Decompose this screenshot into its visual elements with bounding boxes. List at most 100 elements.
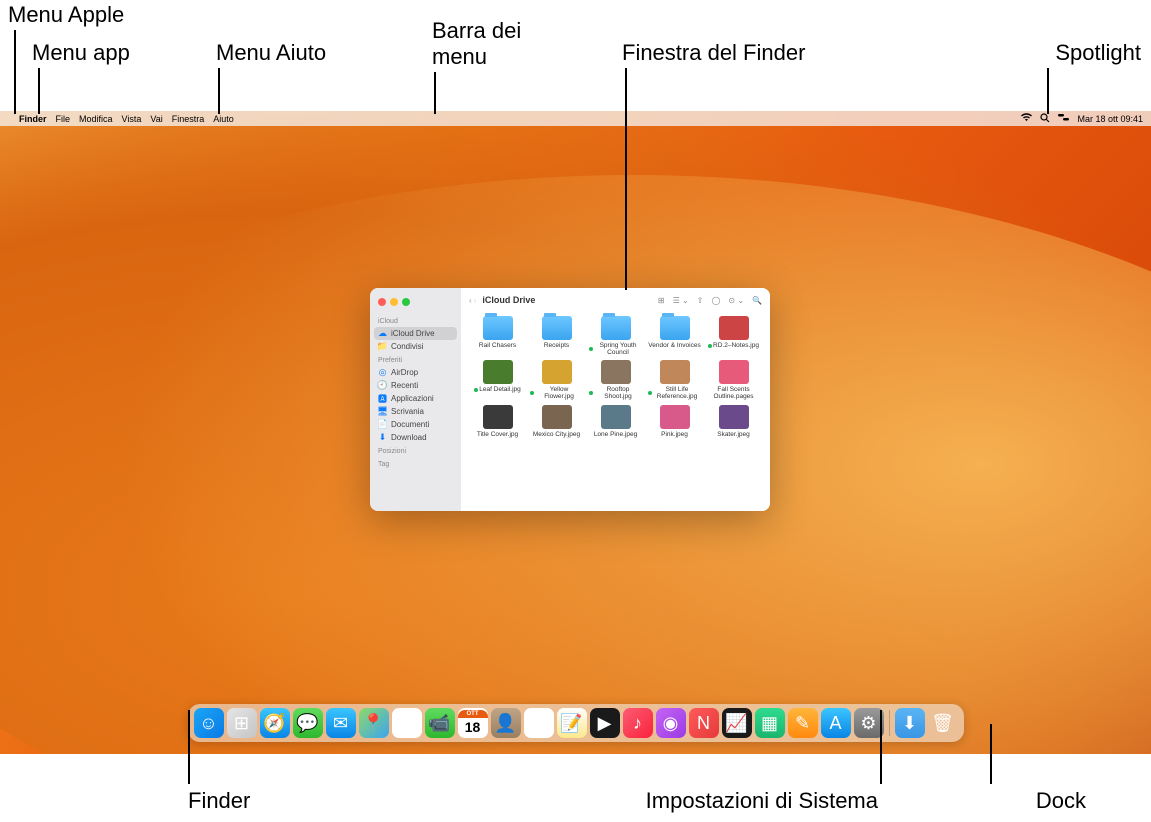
search-icon[interactable]: 🔍 (752, 296, 762, 305)
sidebar-item-label: Recenti (391, 381, 418, 390)
file-item[interactable]: RD.2–Notes.jpg (705, 316, 762, 356)
folder-icon (660, 316, 690, 340)
control-center-icon[interactable] (1058, 113, 1069, 124)
share-icon[interactable]: ⇧ (697, 296, 704, 305)
menu-window[interactable]: Finestra (172, 114, 205, 124)
file-name: Title Cover.jpg (477, 431, 518, 438)
sidebar-item-scrivania[interactable]: 🖥 Scrivania (370, 405, 461, 418)
menu-help[interactable]: Aiuto (213, 114, 234, 124)
file-item[interactable]: Leaf Detail.jpg (469, 360, 526, 400)
dock-stocks[interactable]: 📈 (722, 708, 752, 738)
menu-edit[interactable]: Modifica (79, 114, 113, 124)
download-icon: ⬇ (378, 433, 387, 442)
menubar: Finder File Modifica Vista Vai Finestra … (0, 111, 1151, 126)
menu-view[interactable]: Vista (122, 114, 142, 124)
folder-shared-icon: 📁 (378, 342, 387, 351)
dock-notes[interactable]: 📝 (557, 708, 587, 738)
dock-launchpad[interactable]: ⊞ (227, 708, 257, 738)
file-item[interactable]: Lone Pine.jpeg (587, 405, 644, 438)
image-thumbnail-icon (542, 405, 572, 429)
dock-downloads[interactable]: ⬇ (895, 708, 925, 738)
file-item[interactable]: Title Cover.jpg (469, 405, 526, 438)
callout-system-settings: Impostazioni di Sistema (560, 788, 878, 814)
sidebar-item-label: Download (391, 433, 427, 442)
dock-finder[interactable]: ☺ (194, 708, 224, 738)
dock-messages[interactable]: 💬 (293, 708, 323, 738)
callout-finder: Finder (188, 788, 250, 814)
dock-numbers[interactable]: ▦ (755, 708, 785, 738)
clock-icon: 🕘 (378, 381, 387, 390)
callout-spotlight: Spotlight (1055, 40, 1141, 66)
file-item[interactable]: Spring Youth Council (587, 316, 644, 356)
file-item[interactable]: Pink.jpeg (646, 405, 703, 438)
file-item[interactable]: Mexico City.jpeg (528, 405, 585, 438)
desktop: Finder File Modifica Vista Vai Finestra … (0, 111, 1151, 754)
file-name: Mexico City.jpeg (533, 431, 580, 438)
airdrop-icon: ◎ (378, 368, 387, 377)
sidebar-section-header: Tag (370, 459, 461, 470)
dock-reminders[interactable]: ☰ (524, 708, 554, 738)
dock-facetime[interactable]: 📹 (425, 708, 455, 738)
menu-file[interactable]: File (56, 114, 71, 124)
dock-separator (889, 710, 890, 736)
app-menu[interactable]: Finder (19, 114, 47, 124)
sidebar-item-recenti[interactable]: 🕘 Recenti (370, 379, 461, 392)
finder-window: iCloud☁iCloud Drive📁CondivisiPreferiti◎A… (370, 288, 770, 511)
tag-icon[interactable]: ◯ (711, 296, 720, 305)
finder-toolbar: ‹ › iCloud Drive ⊞ ☰ ⌄ ⇧ ◯ ⊙ ⌄ 🔍 (461, 288, 770, 312)
dock-trash[interactable]: 🗑 (928, 708, 958, 738)
dock-maps[interactable]: 📍 (359, 708, 389, 738)
more-icon[interactable]: ⊙ ⌄ (728, 296, 744, 305)
file-item[interactable]: Vendor & Invoices (646, 316, 703, 356)
sidebar-item-documenti[interactable]: 📄Documenti (370, 418, 461, 431)
sidebar-item-airdrop[interactable]: ◎AirDrop (370, 366, 461, 379)
back-button[interactable]: ‹ (469, 296, 472, 305)
cloud-icon: ☁ (378, 329, 387, 338)
finder-sidebar: iCloud☁iCloud Drive📁CondivisiPreferiti◎A… (370, 288, 461, 511)
dock-mail[interactable]: ✉ (326, 708, 356, 738)
file-item[interactable]: Fall Scents Outline.pages (705, 360, 762, 400)
zoom-button[interactable] (402, 298, 410, 306)
sidebar-item-applicazioni[interactable]: 🅰Applicazioni (370, 392, 461, 405)
image-thumbnail-icon (719, 360, 749, 384)
dock-photos[interactable]: ❀ (392, 708, 422, 738)
menubar-datetime[interactable]: Mar 18 ott 09:41 (1077, 114, 1143, 124)
wifi-icon[interactable] (1021, 113, 1032, 124)
view-group-icon[interactable]: ☰ ⌄ (673, 296, 689, 305)
tag-dot-icon (589, 391, 593, 395)
file-item[interactable]: Rooftop Shoot.jpg (587, 360, 644, 400)
sidebar-item-icloud-drive[interactable]: ☁iCloud Drive (374, 327, 457, 340)
view-grid-icon[interactable]: ⊞ (658, 296, 665, 305)
sidebar-item-label: Scrivania (391, 407, 424, 416)
file-item[interactable]: Yellow Flower.jpg (528, 360, 585, 400)
desktop-icon: 🖥 (378, 407, 387, 416)
file-name: Receipts (544, 342, 569, 349)
dock-podcasts[interactable]: ◉ (656, 708, 686, 738)
spotlight-icon[interactable] (1040, 113, 1050, 125)
close-button[interactable] (378, 298, 386, 306)
image-thumbnail-icon (719, 405, 749, 429)
dock-safari[interactable]: 🧭 (260, 708, 290, 738)
dock-music[interactable]: ♪ (623, 708, 653, 738)
file-item[interactable]: Skater.jpeg (705, 405, 762, 438)
dock-calendar[interactable]: OTT18 (458, 708, 488, 738)
minimize-button[interactable] (390, 298, 398, 306)
file-item[interactable]: Still Life Reference.jpg (646, 360, 703, 400)
file-item[interactable]: Receipts (528, 316, 585, 356)
sidebar-item-condivisi[interactable]: 📁Condivisi (370, 340, 461, 353)
dock-contacts[interactable]: 👤 (491, 708, 521, 738)
menu-go[interactable]: Vai (150, 114, 162, 124)
dock-settings[interactable]: ⚙ (854, 708, 884, 738)
file-name: Spring Youth Council (589, 342, 643, 356)
sidebar-section-header: Preferiti (370, 355, 461, 366)
sidebar-item-download[interactable]: ⬇ Download (370, 431, 461, 444)
file-name: RD.2–Notes.jpg (708, 342, 759, 349)
dock-news[interactable]: N (689, 708, 719, 738)
file-item[interactable]: Rail Chasers (469, 316, 526, 356)
dock-appstore[interactable]: A (821, 708, 851, 738)
forward-button[interactable]: › (474, 296, 477, 305)
dock-pages[interactable]: ✎ (788, 708, 818, 738)
dock-tv[interactable]: ▶ (590, 708, 620, 738)
tag-dot-icon (648, 391, 652, 395)
sidebar-section-header: Posizioni (370, 446, 461, 457)
